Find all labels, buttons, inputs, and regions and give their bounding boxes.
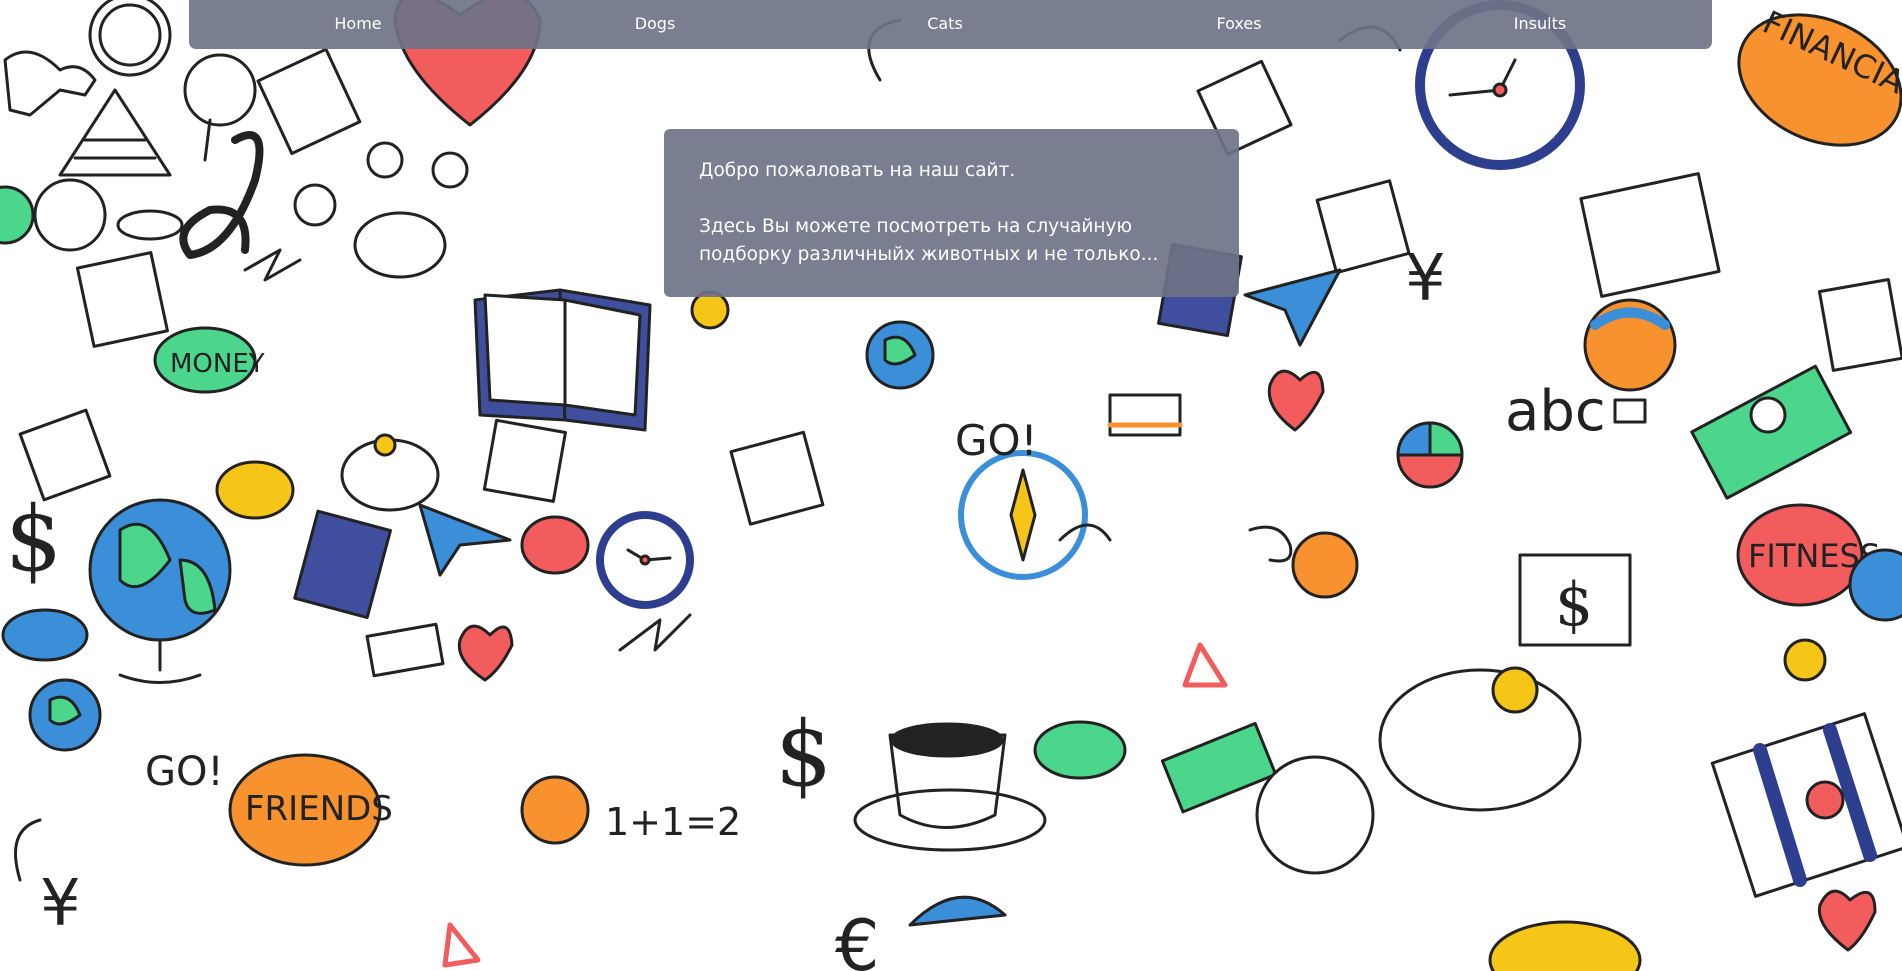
travel-bubble-icon xyxy=(1,608,89,662)
nav-dogs-link[interactable]: Dogs xyxy=(635,14,676,33)
svg-text:MONEY: MONEY xyxy=(170,349,265,379)
svg-text:$: $ xyxy=(775,702,832,807)
nav-foxes-link[interactable]: Foxes xyxy=(1216,14,1261,33)
triangle-ruler-icon xyxy=(1182,642,1228,688)
svg-text:¥: ¥ xyxy=(40,867,81,941)
recycle-icon xyxy=(33,178,107,252)
basketball-icon xyxy=(520,775,590,845)
welcome-greeting: Добро пожаловать на наш сайт. xyxy=(699,160,1016,181)
nav-cats-link[interactable]: Cats xyxy=(927,14,963,33)
document-icon xyxy=(75,251,169,348)
bicycle-icon xyxy=(366,141,404,179)
svg-text:1+1=2: 1+1=2 xyxy=(605,800,741,844)
treble-clef-icon xyxy=(179,131,264,259)
svg-text:$: $ xyxy=(5,487,62,592)
tree-icon xyxy=(183,53,257,127)
svg-text:GO!: GO! xyxy=(955,416,1037,465)
top-navbar: Home Dogs Cats Foxes Insults xyxy=(189,0,1712,49)
notebook-icon xyxy=(293,509,392,620)
welcome-description-line1: Здесь Вы можете посмотреть на случайную xyxy=(699,216,1133,237)
pyramid-icon xyxy=(58,88,172,177)
welcome-description-line2: подборку различныйх животных и не только… xyxy=(699,244,1159,265)
svg-text:$: $ xyxy=(1555,570,1593,640)
paper-plane-icon xyxy=(418,503,512,577)
svg-text:€: € xyxy=(835,905,880,971)
svg-text:FRIENDS: FRIENDS xyxy=(245,789,393,829)
nav-insults-link[interactable]: Insults xyxy=(1514,14,1566,33)
svg-text:GO!: GO! xyxy=(145,749,224,795)
soccer-ball-icon xyxy=(1255,755,1375,875)
svg-text:¥: ¥ xyxy=(1405,242,1446,316)
palette-icon xyxy=(353,211,447,279)
umbrella-icon xyxy=(908,895,1007,927)
sun-icon xyxy=(293,183,337,227)
nav-home-link[interactable]: Home xyxy=(334,14,381,33)
school-bubble-icon xyxy=(520,515,590,575)
ring-icon xyxy=(116,209,184,241)
dog-doodle-icon xyxy=(3,50,97,117)
welcome-panel: Добро пожаловать на наш сайт. Здесь Вы м… xyxy=(664,129,1239,297)
safe-icon xyxy=(1579,172,1721,298)
svg-text:abc: abc xyxy=(1505,379,1606,444)
lightbulb-icon xyxy=(1783,638,1827,682)
camping-bubble-icon xyxy=(215,460,295,520)
